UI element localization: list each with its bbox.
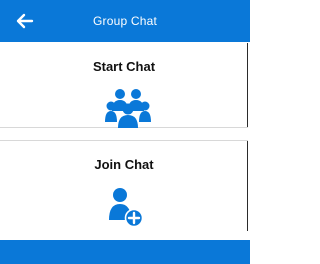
bottom-bar [0, 240, 250, 264]
back-button[interactable] [14, 10, 36, 32]
top-app-bar: Group Chat [0, 0, 250, 42]
group-icon [105, 89, 151, 128]
page-title: Group Chat [92, 14, 158, 28]
arrow-left-icon [16, 13, 34, 29]
start-chat-label: Start Chat [92, 59, 156, 74]
user-add-icon [109, 188, 144, 227]
join-chat-label: Join Chat [94, 157, 154, 172]
app-screen: Group Chat Start Chat Join Chat [0, 0, 250, 264]
